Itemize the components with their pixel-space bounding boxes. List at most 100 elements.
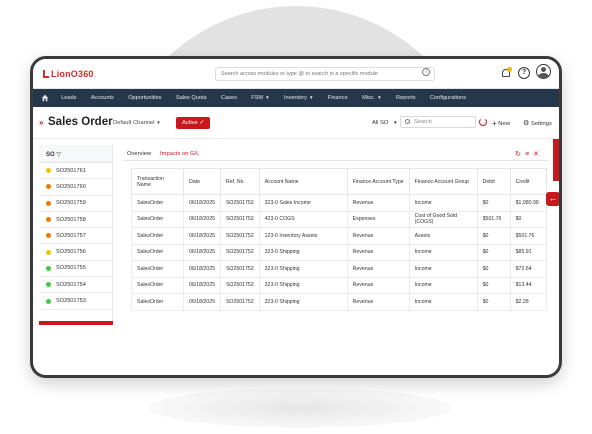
- list-item[interactable]: SO2501759: [39, 196, 112, 212]
- list-item[interactable]: SO2501753: [39, 293, 112, 310]
- notification-bell-icon[interactable]: [501, 67, 512, 79]
- nav-item-sales-quota[interactable]: Sales Quota: [169, 95, 214, 101]
- status-dot-icon: [46, 184, 51, 190]
- so-list-header-label: SO: [46, 152, 55, 158]
- list-item[interactable]: SO2501754: [39, 277, 112, 294]
- tab-overview[interactable]: Overview: [127, 151, 151, 157]
- selected-row-indicator: [39, 321, 113, 325]
- list-item[interactable]: SO2501760: [39, 179, 112, 196]
- table-cell: 323-0 Shipping: [258, 293, 348, 311]
- table-cell: Revenue: [346, 260, 410, 278]
- table-row[interactable]: SalesOrder 06/18/2025 SO2501752 323-0 Shipp…: [131, 293, 547, 311]
- list-item[interactable]: SO2501761: [39, 163, 112, 180]
- home-icon[interactable]: [36, 89, 54, 107]
- table-cell: Expenses: [346, 210, 410, 228]
- refresh-icon[interactable]: ↻: [515, 151, 525, 158]
- table-cell: $1,080.98: [509, 194, 547, 212]
- record-search-placeholder: Search: [414, 119, 432, 125]
- so-filter-dropdown[interactable]: All SO ▼: [372, 120, 398, 126]
- table-cell: 06/18/2025: [183, 293, 221, 311]
- column-header[interactable]: Finance Account Type: [346, 168, 410, 195]
- nav-item-reports[interactable]: Reports: [389, 95, 423, 101]
- global-search-input[interactable]: Search across modules or type @ to searc…: [215, 67, 435, 81]
- table-row[interactable]: SalesOrder 06/18/2025 SO2501752 323-0 Shipp…: [131, 276, 547, 294]
- table-cell: Income: [408, 243, 478, 261]
- app-logo[interactable]: LionO360: [43, 69, 94, 79]
- info-icon[interactable]: i: [422, 68, 430, 76]
- nav-item-cases[interactable]: Cases: [214, 95, 244, 101]
- page-title: Sales Order: [48, 116, 113, 128]
- back-arrow-icon[interactable]: ←: [546, 192, 559, 206]
- help-icon[interactable]: ?: [518, 67, 530, 79]
- column-header[interactable]: Ref. No.: [219, 168, 260, 195]
- filter-icon[interactable]: ▽: [56, 152, 61, 158]
- settings-label: Settings: [530, 121, 552, 127]
- table-cell: SalesOrder: [131, 243, 184, 261]
- nav-item-inventory-label: Inventory: [283, 95, 307, 101]
- table-row[interactable]: SalesOrder 06/18/2025 SO2501752 323-0 Sales…: [131, 194, 547, 212]
- nav-item-fsm[interactable]: FSM ▼: [244, 95, 277, 101]
- table-cell: Income: [408, 260, 478, 278]
- column-header[interactable]: Transaction Name: [131, 168, 184, 195]
- nav-item-finance[interactable]: Finance: [321, 95, 355, 101]
- column-header[interactable]: Credit: [509, 168, 547, 195]
- settings-button[interactable]: ⚙ Settings: [523, 119, 552, 127]
- nav-item-misc[interactable]: Misc. ▼: [355, 95, 389, 101]
- column-header[interactable]: Date: [183, 168, 221, 195]
- list-item[interactable]: SO2501757: [39, 228, 112, 245]
- plus-icon: +: [492, 119, 497, 128]
- gl-impact-table: Transaction Name Date Ref. No. Account N…: [131, 168, 547, 311]
- tab-impacts-on-gl[interactable]: Impacts on G/L: [160, 151, 199, 157]
- table-cell: SalesOrder: [131, 210, 184, 228]
- table-cell: 06/18/2025: [183, 194, 221, 212]
- status-dot-icon: [46, 265, 51, 271]
- channel-selector[interactable]: Default Channel ▼: [113, 120, 161, 126]
- table-row[interactable]: SalesOrder 06/18/2025 SO2501752 123-0 Inven…: [131, 227, 547, 245]
- table-row[interactable]: SalesOrder 06/18/2025 SO2501752 323-0 Shipp…: [131, 260, 547, 278]
- list-item[interactable]: SO2501756: [39, 244, 112, 261]
- status-dot-icon: [46, 282, 51, 288]
- list-item[interactable]: SO2501755: [39, 261, 112, 278]
- status-active-button[interactable]: Active ✓: [176, 117, 210, 129]
- list-menu-icon[interactable]: ≡: [525, 151, 533, 158]
- table-cell: SO2501752: [219, 293, 260, 311]
- record-search-input[interactable]: Search: [400, 116, 476, 128]
- notification-dot: [507, 67, 512, 72]
- so-number: SO2501761: [56, 167, 86, 174]
- table-cell: SalesOrder: [131, 227, 184, 245]
- table-cell: 06/18/2025: [183, 260, 221, 278]
- table-cell: Cost of Good Sold (COGS): [408, 210, 478, 228]
- so-list-header: SO ▽: [39, 145, 112, 163]
- table-cell: 323-0 Sales Income: [258, 194, 348, 212]
- nav-item-fsm-label: FSM: [251, 95, 264, 101]
- nav-item-opportunities[interactable]: Opportunities: [121, 95, 169, 101]
- table-cell: $0: [476, 194, 511, 212]
- new-button[interactable]: + New: [492, 119, 510, 128]
- nav-item-inventory[interactable]: Inventory ▼: [277, 95, 321, 101]
- table-row[interactable]: SalesOrder 06/18/2025 SO2501752 423-0 COGS E…: [131, 210, 547, 228]
- so-number: SO2501758: [56, 216, 86, 223]
- user-avatar[interactable]: [536, 64, 551, 79]
- refresh-icon[interactable]: [479, 118, 487, 126]
- column-header[interactable]: Finance Account Group: [408, 168, 478, 195]
- collapse-chevron-icon[interactable]: »: [39, 118, 43, 127]
- chevron-down-icon: ▼: [393, 120, 398, 125]
- top-bar: LionO360 Search across modules or type @…: [33, 59, 559, 89]
- column-header[interactable]: Debit: [476, 168, 511, 195]
- nav-item-leads[interactable]: Leads: [54, 95, 84, 101]
- list-item[interactable]: SO2501758: [39, 212, 112, 229]
- marketing-stage: LionO360 Search across modules or type @…: [0, 0, 592, 434]
- so-number: SO2501759: [56, 200, 86, 207]
- table-cell: SO2501752: [219, 227, 260, 245]
- nav-item-configurations[interactable]: Configurations: [423, 95, 473, 101]
- table-cell: 323-0 Shipping: [258, 243, 348, 261]
- so-list: SO2501761 SO2501760 SO2501759 SO2501758 SO25…: [39, 163, 112, 310]
- table-row[interactable]: SalesOrder 06/18/2025 SO2501752 323-0 Shipp…: [131, 243, 547, 261]
- nav-item-accounts[interactable]: Accounts: [84, 95, 121, 101]
- column-header[interactable]: Account Name: [258, 168, 348, 195]
- table-cell: SO2501752: [219, 260, 260, 278]
- table-cell: $0: [476, 260, 511, 278]
- page-header: » Sales Order Default Channel ▼ Active ✓…: [33, 107, 559, 139]
- close-icon[interactable]: ✕: [533, 151, 543, 158]
- table-cell: $0: [476, 276, 511, 294]
